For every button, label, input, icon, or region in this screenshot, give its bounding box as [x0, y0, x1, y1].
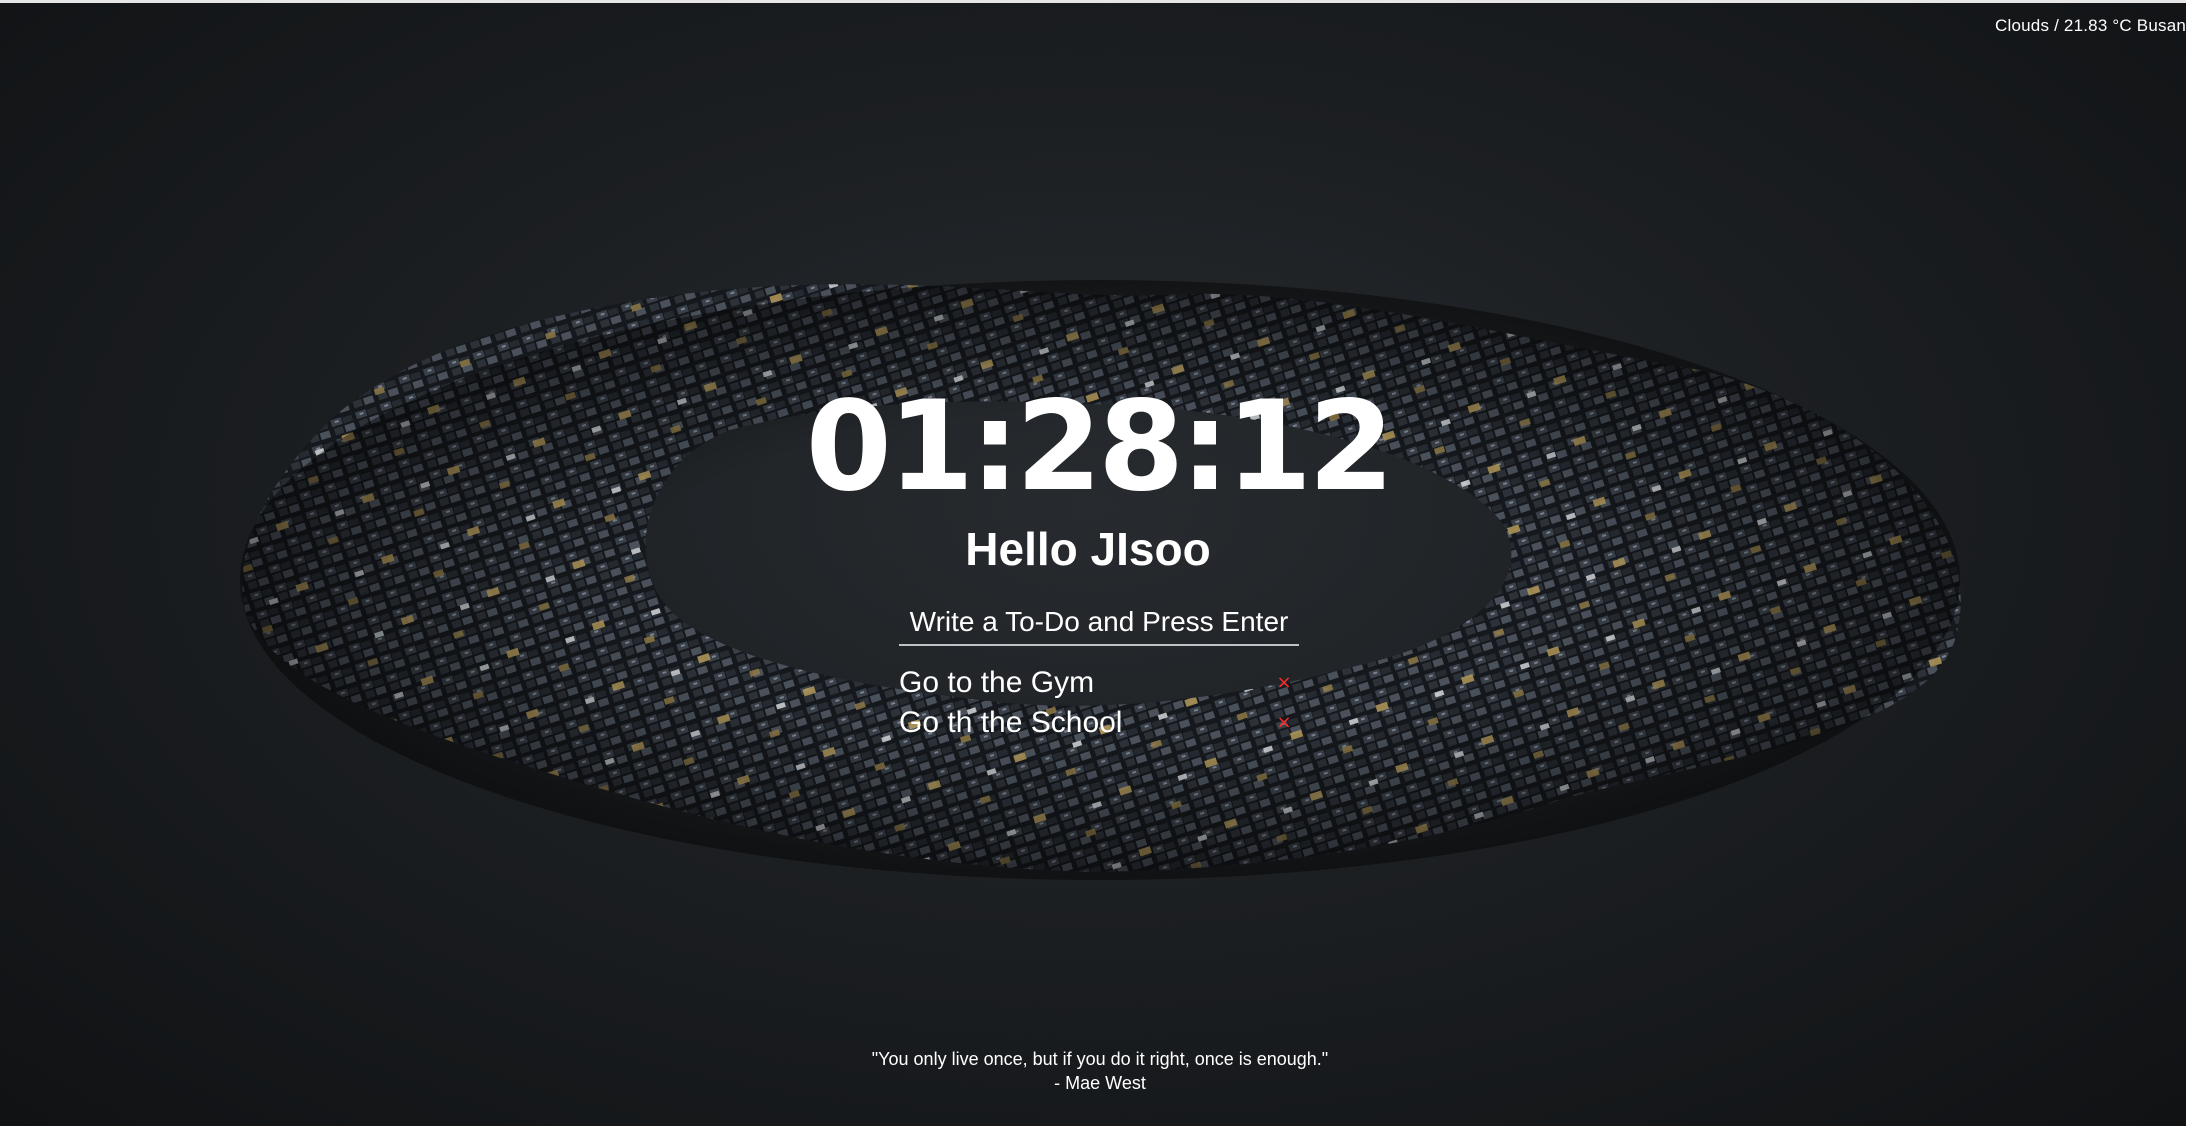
top-border	[0, 0, 2186, 3]
todo-item-label: Go th the School	[899, 706, 1123, 739]
todo-item: Go to the Gym ×	[899, 663, 1299, 703]
todo-item: Go th the School ×	[899, 703, 1299, 743]
quote-text: "You only live once, but if you do it ri…	[871, 1049, 1329, 1069]
weather-display: Clouds / 21.83 °C Busan	[1995, 16, 2186, 35]
quote-block: "You only live once, but if you do it ri…	[0, 1047, 2186, 1095]
quote-author: - Mae West	[1054, 1073, 1146, 1093]
todo-list: Go to the Gym × Go th the School ×	[899, 663, 1299, 743]
delete-todo-icon[interactable]: ×	[1274, 703, 1294, 743]
greeting: Hello JIsoo	[965, 523, 1211, 575]
todo-item-label: Go to the Gym	[899, 666, 1095, 699]
delete-todo-icon[interactable]: ×	[1274, 663, 1294, 703]
todo-form	[899, 600, 1299, 646]
todo-input[interactable]	[899, 600, 1299, 646]
clock: 01:28:12	[805, 375, 1395, 519]
